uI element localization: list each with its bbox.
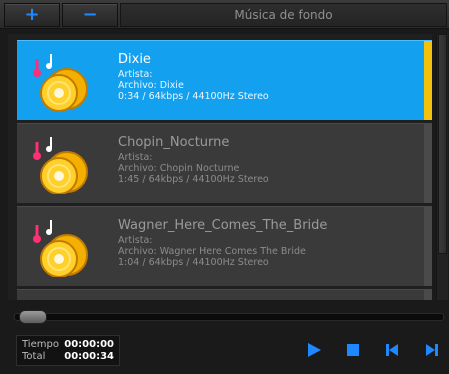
track-artist: Artista: [118,152,153,163]
track-file: Archivo: Dixie [118,80,184,91]
track-title: Wagner_Here_Comes_The_Bride [118,218,328,233]
track-meta: Artista: Archivo: Chopin Nocturne 1:45 /… [118,152,269,185]
next-icon [426,344,438,356]
next-button[interactable] [424,342,440,358]
selection-edge [424,41,432,120]
total-label: Total [22,351,46,362]
toolbar: + − Música de fondo [0,0,449,29]
music-cd-icon [29,132,95,195]
music-cd-icon [29,49,95,112]
track-title: Dixie [118,52,151,67]
music-cd-icon [29,298,95,300]
remove-track-button[interactable]: − [62,3,118,27]
track-info: 1:04 / 64kbps / 44100Hz Stereo [118,257,269,268]
card-edge [424,290,432,300]
add-track-button[interactable]: + [4,3,60,27]
track-title: Chopin_Nocturne [118,135,230,150]
minus-icon: − [82,4,98,25]
total-row: Total 00:00:34 [22,351,114,363]
play-button[interactable] [306,342,322,358]
track-item-partial[interactable] [17,289,432,300]
seek-bar[interactable] [14,310,444,324]
track-item-dixie[interactable]: Dixie Artista: Archivo: Dixie 0:34 / 64k… [17,40,432,120]
card-edge [424,124,432,203]
track-artist: Artista: [118,69,153,80]
play-icon [308,343,321,357]
previous-icon [386,344,398,356]
track-meta: Artista: Archivo: Wagner Here Comes The … [118,235,306,268]
vertical-scrollbar[interactable] [436,34,448,300]
track-artist: Artista: [118,235,153,246]
scrollbar-thumb[interactable] [438,34,447,254]
track-file: Archivo: Wagner Here Comes The Bride [118,246,306,257]
track-file: Archivo: Chopin Nocturne [118,163,240,174]
elapsed-row: Tiempo 00:00:00 [22,339,114,351]
previous-button[interactable] [384,342,400,358]
plus-icon: + [24,4,40,25]
track-item-wagner[interactable]: Wagner_Here_Comes_The_Bride Artista: Arc… [17,206,432,286]
stop-icon [347,344,359,356]
music-cd-icon [29,215,95,278]
track-info: 1:45 / 64kbps / 44100Hz Stereo [118,174,269,185]
time-display: Tiempo 00:00:00 Total 00:00:34 [16,335,120,366]
card-edge [424,207,432,286]
elapsed-label: Tiempo [22,339,59,350]
track-info: 0:34 / 64kbps / 44100Hz Stereo [118,91,269,102]
panel-title: Música de fondo [120,3,447,27]
stop-button[interactable] [345,342,361,358]
elapsed-value: 00:00:00 [64,339,114,350]
track-meta: Artista: Archivo: Dixie 0:34 / 64kbps / … [118,69,269,102]
track-item-chopin[interactable]: Chopin_Nocturne Artista: Archivo: Chopin… [17,123,432,203]
total-value: 00:00:34 [64,351,114,362]
track-list[interactable]: Dixie Artista: Archivo: Dixie 0:34 / 64k… [8,34,432,300]
seek-knob[interactable] [19,310,47,324]
